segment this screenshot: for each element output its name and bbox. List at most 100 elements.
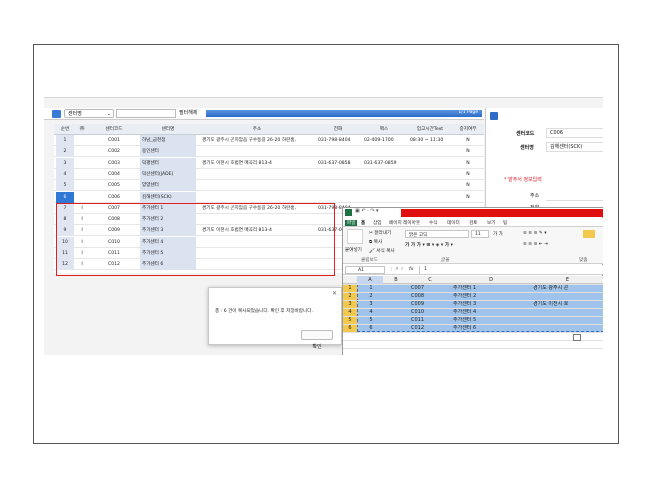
cell-no[interactable]: 6 <box>56 191 74 203</box>
table-row[interactable]: 1 C001 하남_금천점 경기도 광주시 곤지암읍 구수동길 26-20 하란홈, 0… <box>54 135 484 146</box>
filter-clear-button[interactable]: 필터해제 <box>179 111 197 116</box>
cell-name[interactable]: 용인센터 <box>140 146 196 158</box>
table-row[interactable]: 4 C004 덕산센터(JADE) N <box>54 168 484 180</box>
column-header[interactable]: E <box>531 276 603 284</box>
excel-tab-7[interactable]: 보기 <box>487 220 495 226</box>
cell-flag[interactable] <box>76 158 88 169</box>
sheet-cell-a[interactable]: 6 <box>359 324 383 332</box>
column-header[interactable]: D <box>451 276 531 284</box>
cell-name[interactable]: 양양센터 <box>140 180 196 192</box>
cell-time[interactable]: 08:30 ~ 11:30 <box>408 135 452 146</box>
sheet-cell-e[interactable]: 경기도 이천시 호 <box>533 300 603 308</box>
cell-name[interactable]: 김해센터(SCK) <box>140 191 196 203</box>
name-box[interactable]: A1 <box>345 266 385 274</box>
cell-stop[interactable]: N <box>454 158 482 169</box>
paste-options-icon[interactable] <box>573 334 581 341</box>
sheet-cell-d[interactable]: 추가센터 3 <box>453 300 531 308</box>
col-header-time[interactable]: 입고시간Text <box>408 124 452 135</box>
cell-code[interactable]: C006 <box>90 192 138 203</box>
paste-icon[interactable] <box>347 229 363 244</box>
paste-button[interactable]: 붙여넣기 <box>345 247 362 253</box>
formula-input[interactable]: 1 <box>419 266 602 274</box>
wrap-text-icon[interactable] <box>583 230 595 238</box>
cell-addr[interactable]: 경기도 이천시 호법면 매곡리 813-4 <box>200 158 314 169</box>
cell-fax[interactable] <box>362 180 406 191</box>
cell-tel[interactable] <box>316 169 360 180</box>
cell-flag[interactable] <box>76 192 88 203</box>
center-code-field[interactable]: C006 <box>546 128 603 138</box>
cell-tel[interactable] <box>316 146 360 157</box>
cell-no[interactable]: 4 <box>56 168 74 180</box>
cell-fax[interactable] <box>362 169 406 180</box>
filter-input[interactable] <box>116 109 176 118</box>
sheet-cell-a[interactable]: 4 <box>359 308 383 316</box>
sheet-cell-d[interactable]: 추가센터 1 <box>453 284 531 292</box>
cell-code[interactable]: C003 <box>90 158 138 169</box>
cell-stop[interactable]: N <box>454 146 482 157</box>
table-row[interactable]: 2 C002 용인센터 N <box>54 146 484 158</box>
sheet-cell-d[interactable]: 추가센터 4 <box>453 308 531 316</box>
excel-tab-5[interactable]: 데이터 <box>447 220 460 226</box>
cell-time[interactable] <box>408 146 452 157</box>
sheet-cell-d[interactable]: 추가센터 2 <box>453 292 531 300</box>
cell-addr[interactable] <box>200 192 314 203</box>
center-name-field[interactable]: 김해센터(SCK) <box>546 142 603 152</box>
row-header[interactable]: 5 <box>343 316 357 324</box>
cell-no[interactable]: 2 <box>56 146 74 158</box>
cell-no[interactable]: 3 <box>56 157 74 169</box>
table-row[interactable]: 6 C006 김해센터(SCK) N <box>54 191 484 203</box>
font-size-select[interactable]: 11 <box>471 230 489 238</box>
fx-icon[interactable]: fx <box>409 267 413 272</box>
excel-tab-6[interactable]: 검토 <box>469 220 477 226</box>
font-grow-shrink-icons[interactable]: 가 가 <box>493 231 503 237</box>
sheet-cell-a[interactable]: 1 <box>359 284 383 292</box>
sheet-cell-a[interactable]: 5 <box>359 316 383 324</box>
close-icon[interactable]: ✕ <box>332 291 337 297</box>
sheet-cell-e[interactable]: 경기도 광주시 곤 <box>533 284 603 292</box>
excel-tab-1[interactable]: 홈 <box>361 220 365 226</box>
bold-italic-underline-icons[interactable]: 가 가 가 ▾ ⊞ ▾ ◈ ▾ 가 ▾ <box>405 242 453 248</box>
cell-name[interactable]: 하남_금천점 <box>140 135 196 146</box>
table-row[interactable]: 5 C005 양양센터 N <box>54 180 484 192</box>
column-dropdown[interactable]: 센터명 ⌄ <box>64 109 114 118</box>
refresh-icon[interactable] <box>490 112 498 120</box>
cell-name[interactable]: 덕산센터(JADE) <box>140 168 196 180</box>
excel-tab-3[interactable]: 페이지 레이아웃 <box>389 220 420 226</box>
cell-time[interactable] <box>408 192 452 203</box>
excel-tab-8[interactable]: 팁 <box>503 220 507 226</box>
cell-code[interactable]: C005 <box>90 180 138 191</box>
excel-tab-2[interactable]: 삽입 <box>373 220 381 226</box>
cell-addr[interactable]: 경기도 광주시 곤지암읍 구수동길 26-20 하란홈, <box>200 135 314 146</box>
column-header[interactable]: C <box>409 276 451 284</box>
sheet-cell-c[interactable]: C011 <box>411 316 451 324</box>
col-header-no[interactable]: 순번 <box>56 124 74 135</box>
row-header[interactable]: 6 <box>343 324 357 332</box>
format-painter-button[interactable]: 🖌 서식 복사 <box>369 248 395 254</box>
cell-code[interactable]: C002 <box>90 146 138 157</box>
cell-flag[interactable] <box>76 146 88 157</box>
cell-time[interactable] <box>408 180 452 191</box>
col-header-fax[interactable]: 팩스 <box>362 124 406 135</box>
table-row[interactable]: 3 C003 덕평센터 경기도 이천시 호법면 매곡리 813-4 031-637-08… <box>54 157 484 169</box>
sheet-cell-c[interactable]: C010 <box>411 308 451 316</box>
cell-stop[interactable]: N <box>454 180 482 191</box>
cell-fax[interactable]: 031-637-0859 <box>362 158 406 169</box>
formula-cancel-enter-icons[interactable]: ⋮ ✕ ✓ <box>389 267 404 272</box>
align-horizontal-icons[interactable]: ≡ ≡ ≡ ⇤ ⇥ <box>523 242 548 247</box>
sheet-cell-c[interactable]: C008 <box>411 292 451 300</box>
cell-fax[interactable]: 02-409-1700 <box>362 135 406 146</box>
cell-time[interactable] <box>408 158 452 169</box>
col-header-addr[interactable]: 주소 <box>200 124 314 135</box>
cell-tel[interactable] <box>316 192 360 203</box>
sheet-cell-a[interactable]: 3 <box>359 300 383 308</box>
row-header[interactable]: 2 <box>343 292 357 300</box>
col-header-flag[interactable]: ㈜ <box>76 124 88 135</box>
col-header-stop[interactable]: 중지여부 <box>454 124 482 135</box>
sheet-cell-d[interactable]: 추가센터 6 <box>453 324 531 332</box>
cell-no[interactable]: 1 <box>56 135 74 146</box>
excel-tab-0[interactable]: 파일 <box>345 220 358 226</box>
cell-tel[interactable]: 031-798-8404 <box>316 135 360 146</box>
cell-tel[interactable] <box>316 180 360 191</box>
row-header[interactable]: 4 <box>343 308 357 316</box>
cell-fax[interactable] <box>362 146 406 157</box>
